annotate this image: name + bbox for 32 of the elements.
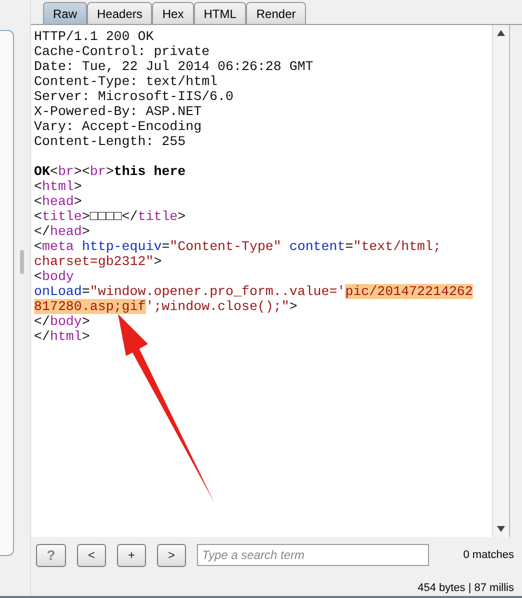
code-line: Cache-Control: private [34,44,211,59]
toolbar-button[interactable]: + [117,544,146,566]
code-line: Server: Microsoft-IIS/6.0 [34,89,234,104]
toolbar-button[interactable]: > [157,544,186,566]
code-line: <title>□□□□</title> [34,209,187,224]
tab[interactable]: Headers [87,2,152,24]
code-line: Content-Type: text/html [34,74,219,89]
tab[interactable]: HTML [194,2,246,24]
search-field[interactable]: Type a search term [197,544,429,566]
code-line: OK<br><br>this here [34,164,187,179]
code-line: Content-Length: 255 [34,134,187,149]
tab[interactable]: Hex [152,2,194,24]
toolbar-button[interactable]: < [77,544,106,566]
splitter-handle[interactable] [20,250,24,274]
match-count: 0 matches [463,549,514,561]
code-line: </body> [34,314,91,329]
code-line: HTTP/1.1 200 OK [34,29,155,44]
code-line: <body [34,269,75,284]
code-line: <html> [34,179,83,194]
tab[interactable]: Render [246,2,306,24]
code-line: <head> [34,194,83,209]
code-line: X-Powered-By: ASP.NET [34,104,203,119]
code-line: onLoad="window.opener.pro_form..value='pic/201472214262 [34,284,474,299]
code-line: </head> [34,224,91,239]
code-line: </html> [34,329,91,344]
code-line: Date: Tue, 22 Jul 2014 06:26:28 GMT [34,59,314,74]
code-line: <meta http-equiv="Content-Type" content="text/html; [34,239,442,254]
response-stats: 454 bytes | 87 millis [418,582,514,594]
code-line: 817280.asp;gif';window.close();"> [34,299,298,314]
tab[interactable]: Raw [43,2,88,24]
code-line: charset=gb2312"> [34,254,163,269]
code-line: Vary: Accept-Encoding [34,119,203,134]
